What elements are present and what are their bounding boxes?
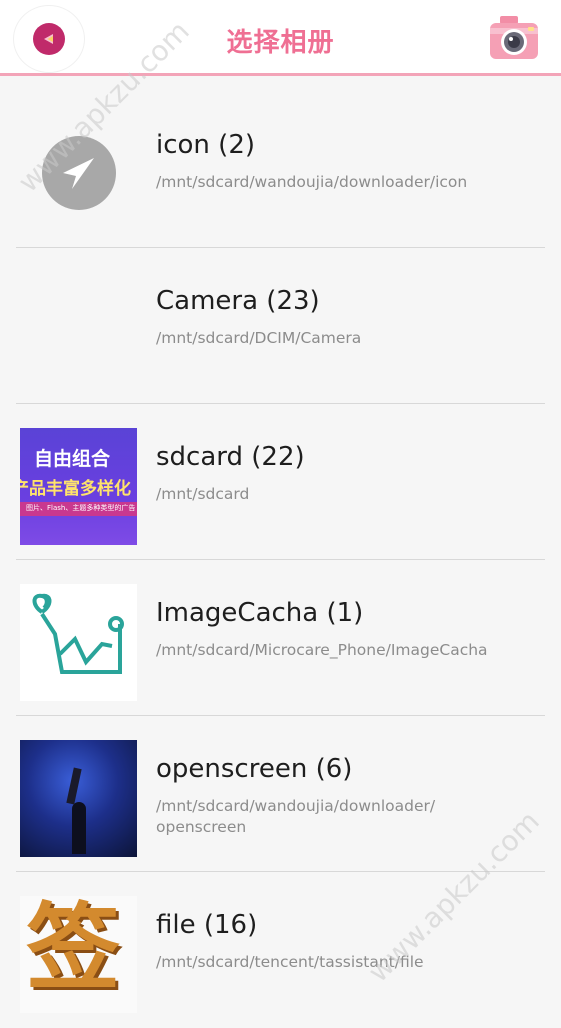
- album-thumbnail: [20, 740, 137, 857]
- album-path: /mnt/sdcard/Microcare_Phone/ImageCacha: [156, 641, 488, 659]
- app-header: 选择相册: [0, 0, 561, 76]
- album-thumbnail: [20, 116, 137, 233]
- album-item-file[interactable]: 签 file (16) /mnt/sdcard/tencent/tassista…: [0, 872, 561, 1028]
- album-name: file (16): [156, 910, 258, 940]
- camera-button[interactable]: [488, 14, 540, 62]
- thumb-glyph: 签: [26, 896, 121, 1003]
- album-name: openscreen (6): [156, 754, 353, 784]
- album-name: Camera (23): [156, 286, 320, 316]
- album-list: icon (2) /mnt/sdcard/wandoujia/downloade…: [0, 92, 561, 1028]
- album-path: /mnt/sdcard: [156, 485, 250, 503]
- album-name: sdcard (22): [156, 442, 305, 472]
- thumb-banner-caption: 图片、Flash、主题多种类型的广告: [26, 504, 136, 512]
- album-path: /mnt/sdcard/tencent/tassistant/file: [156, 953, 424, 971]
- album-item-icon[interactable]: icon (2) /mnt/sdcard/wandoujia/downloade…: [0, 92, 561, 248]
- album-thumbnail: [20, 272, 137, 389]
- album-path: /mnt/sdcard/wandoujia/downloader/ opensc…: [156, 797, 436, 836]
- album-item-imagecacha[interactable]: ImageCacha (1) /mnt/sdcard/Microcare_Pho…: [0, 560, 561, 716]
- thumb-banner-title: 自由组合: [34, 448, 111, 470]
- camera-icon: [490, 16, 538, 59]
- page-title: 选择相册: [226, 28, 335, 58]
- album-thumbnail: 自由组合 产品丰富多样化 图片、Flash、主题多种类型的广告: [20, 428, 137, 545]
- thumb-banner-subtitle: 产品丰富多样化: [20, 479, 131, 499]
- stethoscope-chart-icon: [32, 593, 124, 674]
- album-thumbnail: [20, 584, 137, 701]
- thumb-figure: [72, 802, 86, 854]
- album-item-camera[interactable]: Camera (23) /mnt/sdcard/DCIM/Camera: [0, 248, 561, 404]
- album-path: /mnt/sdcard/DCIM/Camera: [156, 329, 362, 347]
- album-thumbnail: 签: [20, 896, 137, 1013]
- album-name: ImageCacha (1): [156, 598, 364, 628]
- thumb-arm: [66, 767, 82, 805]
- album-name: icon (2): [156, 130, 255, 160]
- album-path: /mnt/sdcard/wandoujia/downloader/icon: [156, 173, 468, 191]
- album-item-openscreen[interactable]: openscreen (6) /mnt/sdcard/wandoujia/dow…: [0, 716, 561, 872]
- album-item-sdcard[interactable]: 自由组合 产品丰富多样化 图片、Flash、主题多种类型的广告 sdcard (…: [0, 404, 561, 560]
